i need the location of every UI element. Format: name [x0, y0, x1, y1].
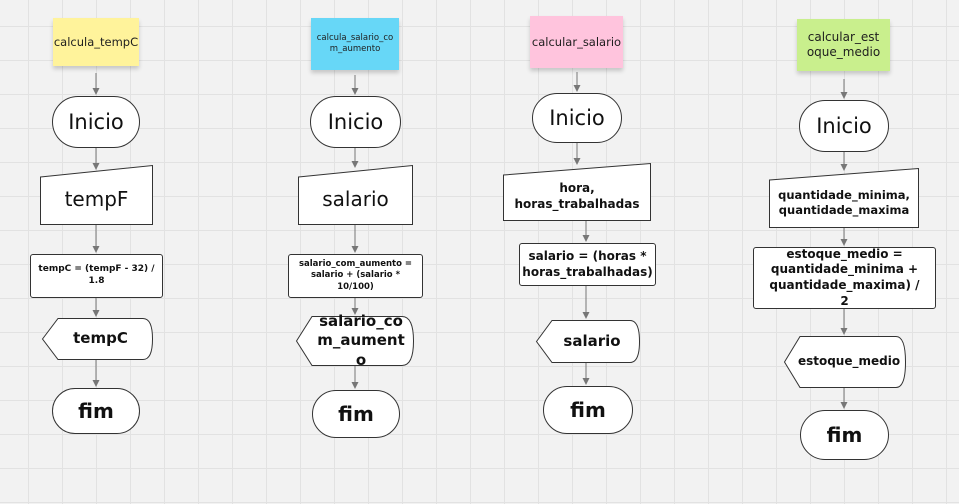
flowchart-1-start-label: Inicio — [68, 110, 124, 134]
flowchart-1-output-shape[interactable]: tempC — [41, 318, 154, 360]
flowchart-3-start-terminal[interactable]: Inicio — [532, 93, 622, 143]
flowchart-4-end-terminal[interactable]: fim — [800, 410, 889, 460]
flowchart-3-start-label: Inicio — [549, 106, 605, 130]
flowchart-3-output-label: salario — [563, 331, 621, 350]
flowchart-2-process-label: salario_com_aumento = salario + (salario… — [298, 259, 413, 292]
flowchart-3-input-shape[interactable]: hora, horas_trabalhadas — [503, 162, 651, 221]
flowchart-4-output-shape[interactable]: estoque_medio — [783, 336, 907, 388]
flowchart-3-input-label: hora, horas_trabalhadas — [514, 181, 640, 211]
flowchart-3-title: calcular_salario — [531, 34, 622, 49]
flowchart-4-process-label: estoque_medio = quantidade_minima + quan… — [769, 246, 920, 308]
flowchart-2-output-shape[interactable]: salario_com_aumento — [295, 312, 415, 369]
flowchart-3-process-box[interactable]: salario = (horas * horas_trabalhadas) — [519, 243, 656, 286]
flowchart-1-process-label: tempC = (tempF - 32) / 1.8 — [38, 264, 155, 286]
flowchart-2-title-note[interactable]: calcula_salario_com_aumento — [311, 18, 399, 70]
flowchart-2-start-label: Inicio — [327, 110, 384, 134]
flowchart-2-title: calcula_salario_com_aumento — [316, 33, 394, 54]
flowchart-1-input-label: tempF — [64, 187, 129, 211]
flowchart-3-end-label: fim — [570, 398, 606, 422]
flowchart-2-process-box[interactable]: salario_com_aumento = salario + (salario… — [288, 254, 423, 298]
flowchart-1-title: calcula_tempC — [53, 34, 139, 49]
flowchart-4-start-label: Inicio — [816, 114, 872, 138]
flowchart-1-input-shape[interactable]: tempF — [40, 164, 153, 225]
flowchart-3-process-label: salario = (horas * horas_trabalhadas) — [522, 248, 653, 279]
flowchart-2-input-label: salario — [322, 187, 389, 211]
flowchart-1-end-terminal[interactable]: fim — [52, 388, 140, 434]
flowchart-3-end-terminal[interactable]: fim — [543, 386, 633, 434]
flowchart-1-end-label: fim — [78, 399, 114, 423]
flowchart-4-input-label: quantidade_minima, quantidade_maxima — [778, 188, 910, 217]
flowchart-2-end-terminal[interactable]: fim — [312, 390, 400, 438]
flowchart-1-output-label: tempC — [73, 329, 128, 348]
flowchart-1-title-note[interactable]: calcula_tempC — [53, 18, 139, 66]
flowchart-4-title: calcular_estoque_medio — [806, 30, 881, 59]
flowchart-4-title-note[interactable]: calcular_estoque_medio — [797, 19, 890, 71]
flowchart-2-input-shape[interactable]: salario — [298, 164, 413, 225]
flowchart-4-start-terminal[interactable]: Inicio — [799, 100, 889, 152]
flowchart-2-output-label: salario_com_aumento — [317, 311, 405, 369]
flowchart-3-output-shape[interactable]: salario — [535, 320, 641, 363]
flowchart-3-title-note[interactable]: calcular_salario — [530, 16, 623, 68]
flowchart-4-end-label: fim — [826, 423, 863, 447]
flowchart-4-input-shape[interactable]: quantidade_minima, quantidade_maxima — [769, 167, 919, 228]
flowchart-2-end-label: fim — [338, 402, 374, 426]
flowchart-4-process-box[interactable]: estoque_medio = quantidade_minima + quan… — [753, 247, 936, 309]
flowchart-1-start-terminal[interactable]: Inicio — [52, 96, 140, 148]
flowchart-4-output-label: estoque_medio — [797, 354, 901, 369]
flowchart-2-start-terminal[interactable]: Inicio — [310, 96, 401, 148]
flowchart-board: calcula_tempC Inicio tempF tempC = (temp… — [0, 0, 959, 504]
flowchart-1-process-box[interactable]: tempC = (tempF - 32) / 1.8 — [30, 254, 163, 298]
